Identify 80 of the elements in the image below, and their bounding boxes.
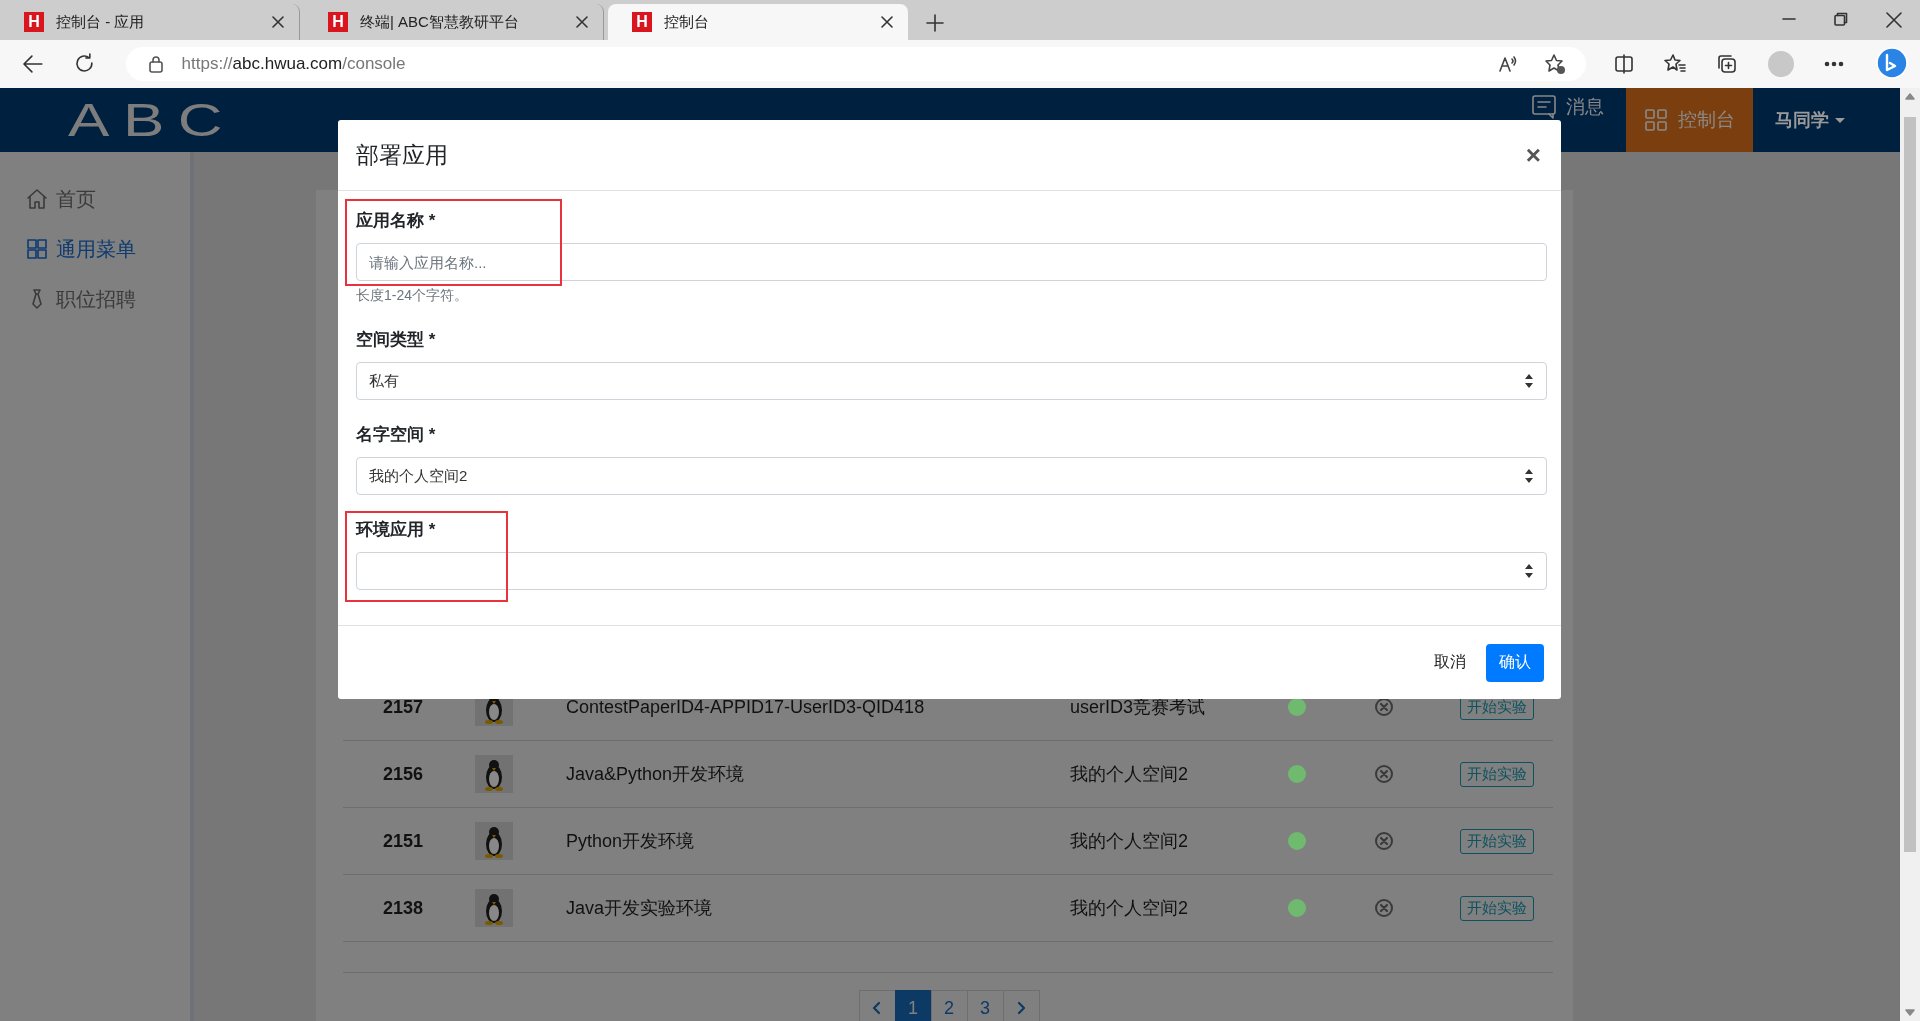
table-cell-text: 2156 xyxy=(383,763,425,785)
messages-link[interactable]: 消息 xyxy=(1528,94,1608,120)
console-link[interactable]: 控制台 xyxy=(1626,88,1753,152)
penguin-icon xyxy=(475,755,513,793)
select-arrows-icon xyxy=(1524,563,1534,579)
table-cell-text: 我的个人空间2 xyxy=(1070,897,1189,920)
back-icon[interactable] xyxy=(22,53,44,75)
close-icon[interactable] xyxy=(1886,12,1902,28)
grid-icon xyxy=(1644,108,1668,132)
message-icon xyxy=(1532,95,1556,119)
lock-icon xyxy=(147,55,164,73)
field-label: 环境应用 * xyxy=(356,520,436,540)
more-icon[interactable] xyxy=(1824,61,1844,67)
logo: ABC xyxy=(68,93,237,147)
scrollbar[interactable] xyxy=(1900,88,1920,1021)
cancel-button[interactable]: 取消 xyxy=(1428,646,1472,679)
chat-icon[interactable] xyxy=(1874,46,1910,82)
close-button[interactable]: × xyxy=(1523,142,1543,168)
close-icon[interactable] xyxy=(575,15,589,29)
select-arrows-icon xyxy=(1524,373,1534,389)
chevron-right-icon xyxy=(1016,1001,1026,1015)
favicon: H xyxy=(328,12,348,32)
page-button[interactable]: 1 xyxy=(894,990,932,1021)
start-button[interactable]: 开始实验 xyxy=(1460,828,1534,854)
field-label: 空间类型 * xyxy=(356,330,436,350)
browser-tab[interactable]: H 终端| ABC智慧教研平台 xyxy=(304,4,604,40)
favicon: H xyxy=(632,12,652,32)
select-field[interactable]: 我的个人空间2 xyxy=(356,457,1547,495)
table-cell-text: ContestPaperID4-APPID17-UserID3-QID418 xyxy=(566,696,926,718)
field-label: 名字空间 * xyxy=(356,425,436,445)
reload-icon[interactable] xyxy=(73,53,96,75)
start-button[interactable]: 开始实验 xyxy=(1460,761,1534,787)
table-cell-text: 2151 xyxy=(383,830,425,852)
previous-page-button[interactable] xyxy=(858,990,896,1021)
sidebar-item[interactable]: 通用菜单 xyxy=(0,224,190,274)
table-cell-text: Java开发实验环境 xyxy=(566,897,714,920)
next-page-button[interactable] xyxy=(1002,990,1040,1021)
caret-icon xyxy=(1835,117,1845,123)
url-text: https://abc.hwua.com/console xyxy=(181,54,407,74)
page-button[interactable]: 2 xyxy=(930,990,968,1021)
browser-tab[interactable]: H 控制台 - 应用 xyxy=(0,4,300,40)
sidebar-item[interactable]: 职位招聘 xyxy=(0,274,190,324)
collections-icon[interactable] xyxy=(1716,53,1738,75)
user-menu[interactable]: 马同学 xyxy=(1775,108,1845,132)
add-favorite-icon[interactable] xyxy=(1544,53,1566,75)
field-label: 应用名称 * xyxy=(356,211,436,231)
help-text: 长度1-24个字符。 xyxy=(356,287,469,305)
grid-icon xyxy=(26,238,48,260)
close-icon[interactable] xyxy=(880,15,894,29)
chevron-left-icon xyxy=(872,1001,882,1015)
close-icon[interactable] xyxy=(271,15,285,29)
sidebar-item[interactable]: 首页 xyxy=(0,174,190,224)
table-cell-text: Python开发环境 xyxy=(566,830,696,853)
select-field[interactable] xyxy=(356,552,1547,590)
select-arrows-icon xyxy=(1524,468,1534,484)
restore-icon[interactable] xyxy=(1834,12,1848,26)
remove-icon[interactable] xyxy=(1374,697,1394,717)
table-cell-text: 2157 xyxy=(383,696,425,718)
scroll-up-icon[interactable] xyxy=(1905,92,1915,100)
table-cell-text: 2138 xyxy=(383,897,425,919)
favicon: H xyxy=(24,12,44,32)
favorites-icon[interactable] xyxy=(1664,53,1686,75)
select-field[interactable]: 私有 xyxy=(356,362,1547,400)
scroll-down-icon[interactable] xyxy=(1905,1009,1915,1017)
home-icon xyxy=(26,188,48,210)
plus-icon[interactable] xyxy=(926,14,944,32)
penguin-icon xyxy=(475,889,513,927)
split-screen-icon[interactable] xyxy=(1614,54,1634,74)
address-bar[interactable]: https://abc.hwua.com/console xyxy=(125,47,1586,81)
browser-tab[interactable]: H 控制台 xyxy=(608,4,908,40)
table-cell-text: Java&Python开发环境 xyxy=(566,763,746,786)
table-cell-text: 我的个人空间2 xyxy=(1070,763,1189,786)
read-aloud-icon[interactable] xyxy=(1498,54,1518,74)
start-button[interactable]: 开始实验 xyxy=(1460,895,1534,921)
modal-title: 部署应用 xyxy=(356,140,448,170)
table-cell-text: 我的个人空间2 xyxy=(1070,830,1189,853)
table-cell-text: userID3竞赛考试 xyxy=(1070,696,1207,719)
penguin-icon xyxy=(475,822,513,860)
text-field[interactable]: 请输入应用名称... xyxy=(356,243,1547,281)
confirm-button[interactable]: 确认 xyxy=(1486,643,1544,682)
